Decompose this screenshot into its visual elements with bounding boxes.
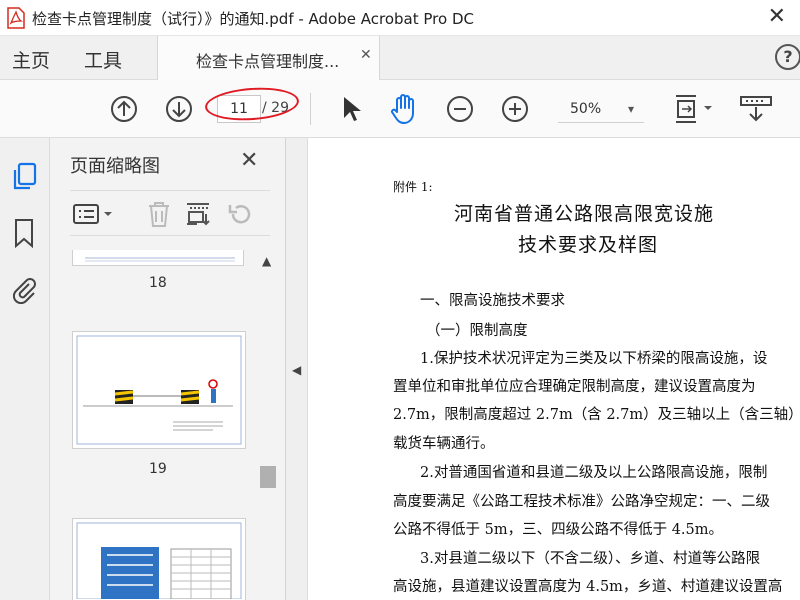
toolbar-divider (310, 93, 311, 125)
paragraph-line: 高设施，县道建议设置高度为 4.5m，乡道、村道建议设置高 (393, 579, 783, 595)
tab-home[interactable]: 主页 (12, 46, 50, 73)
document-title-line-2: 技术要求及样图 (518, 234, 659, 256)
window-close-button[interactable]: ✕ (768, 5, 786, 29)
paragraph-line: 公路不得低于 5m，三、四级公路不得低于 4.5m。 (393, 522, 724, 538)
hand-tool-icon[interactable] (390, 92, 422, 126)
trash-icon[interactable] (146, 200, 172, 228)
paragraph-line: 置单位和审批单位应合理确定限制高度，建议设置高度为 (393, 379, 756, 395)
thumbnail-page-19[interactable] (72, 331, 246, 449)
select-cursor-icon[interactable] (340, 94, 362, 124)
tab-bar: 主页 工具 检查卡点管理制度... ✕ ? (0, 36, 800, 80)
thumbnail-options-icon[interactable] (72, 202, 116, 226)
section-heading: 一、限高设施技术要求 (420, 293, 565, 309)
paragraph-line: 高度要满足《公路工程技术标准》公路净空规定：一、二级 (393, 494, 770, 510)
thumbnail-page-number: 19 (149, 461, 167, 477)
extract-pages-icon[interactable] (184, 200, 212, 228)
next-page-icon[interactable] (165, 95, 193, 123)
left-navigation-bar (0, 138, 50, 600)
chevron-down-icon: ▾ (628, 102, 635, 116)
paragraph-line: 1.保护技术状况评定为三类及以下桥梁的限高设施，设 (420, 351, 768, 367)
paragraph-line: 2.对普通国省道和县道二级及以上公路限高设施，限制 (420, 465, 768, 481)
attachment-label: 附件 1: (393, 180, 433, 194)
window-title: 检查卡点管理制度（试行）》的通知.pdf - Adobe Acrobat Pro… (32, 10, 474, 28)
tab-tools[interactable]: 工具 (84, 46, 122, 73)
panel-close-button[interactable]: ✕ (240, 148, 258, 173)
zoom-level-select[interactable]: 50% ▾ (558, 97, 644, 123)
zoom-in-icon[interactable] (501, 95, 529, 123)
pages-icon[interactable] (11, 162, 39, 192)
document-tab-label: 检查卡点管理制度... (196, 52, 340, 71)
scrollbar-thumb[interactable] (260, 466, 276, 488)
thumbnail-toolbar (70, 190, 270, 236)
paragraph-line: 3.对县道二级以下（不含二级）、乡道、村道等公路限 (420, 551, 761, 567)
document-title-line-1: 河南省普通公路限高限宽设施 (454, 203, 715, 225)
pdf-file-icon (7, 7, 25, 29)
thumbnail-preview (85, 257, 235, 262)
help-button[interactable]: ? (775, 44, 800, 70)
fit-page-icon[interactable] (672, 92, 716, 126)
tab-document[interactable]: 检查卡点管理制度... ✕ (157, 36, 380, 80)
rotate-icon[interactable] (226, 200, 254, 228)
thumbnail-page-20[interactable] (72, 518, 246, 600)
thumbnail-page-18[interactable] (72, 250, 244, 266)
subsection-heading: （一）限制高度 (426, 323, 528, 339)
paragraph-line: 载货车辆通行。 (393, 436, 495, 452)
page-thumbnails-panel: 页面缩略图 ✕ 18 19 ▲ (50, 138, 286, 600)
thumbnail-preview (76, 522, 242, 600)
title-bar: 检查卡点管理制度（试行）》的通知.pdf - Adobe Acrobat Pro… (0, 0, 800, 36)
thumbnail-preview (76, 335, 242, 445)
collapse-left-arrow-icon[interactable]: ◀ (292, 363, 301, 377)
paragraph-line: 2.7m，限制高度超过 2.7m（含 2.7m）及三轴以上（含三轴） (393, 407, 800, 423)
zoom-level-value: 50% (570, 101, 602, 117)
document-tab-close-button[interactable]: ✕ (360, 47, 372, 63)
thumbnail-page-number: 18 (149, 275, 167, 291)
panel-title: 页面缩略图 (70, 156, 160, 177)
document-view[interactable]: 附件 1: 河南省普通公路限高限宽设施 技术要求及样图 一、限高设施技术要求 （… (308, 138, 800, 600)
zoom-out-icon[interactable] (446, 95, 474, 123)
panel-collapse-strip[interactable]: ◀ (286, 138, 308, 600)
scroll-up-arrow-icon[interactable]: ▲ (262, 254, 271, 268)
thumbnail-scrollbar[interactable]: ▲ (258, 248, 278, 600)
bookmark-icon[interactable] (12, 218, 36, 248)
scrolling-mode-icon[interactable] (738, 94, 774, 124)
previous-page-icon[interactable] (110, 95, 138, 123)
attachment-icon[interactable] (10, 274, 38, 304)
